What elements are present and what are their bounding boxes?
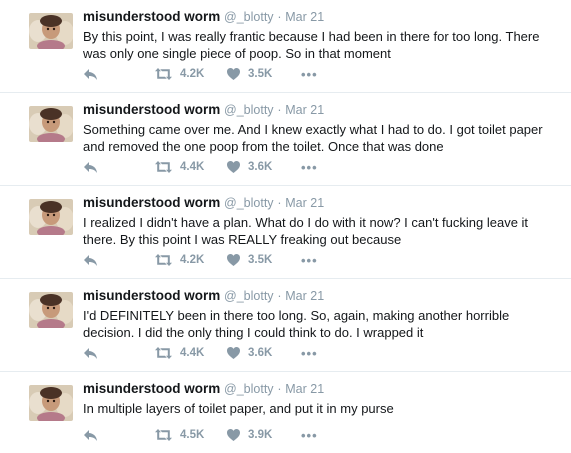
tweet-date[interactable]: Mar 21 (285, 382, 324, 396)
retweet-icon (155, 68, 172, 80)
heart-icon (227, 429, 240, 441)
tweet-date[interactable]: Mar 21 (285, 10, 324, 24)
retweet-count: 4.4K (180, 347, 205, 359)
like-button[interactable]: 3.5K (227, 68, 301, 80)
reply-button[interactable] (83, 347, 155, 360)
author-handle[interactable]: @_blotty (224, 382, 274, 396)
author-name[interactable]: misunderstood worm (83, 102, 220, 117)
reply-button[interactable] (83, 429, 155, 442)
retweet-button[interactable]: 4.2K (155, 68, 227, 80)
retweet-button[interactable]: 4.4K (155, 161, 227, 173)
like-button[interactable]: 3.5K (227, 254, 301, 266)
tweet-date[interactable]: Mar 21 (285, 196, 324, 210)
like-count: 3.5K (248, 68, 273, 80)
author-handle[interactable]: @_blotty (224, 10, 274, 24)
tweet-text: By this point, I was really frantic beca… (83, 29, 540, 61)
avatar[interactable] (29, 292, 73, 328)
like-count: 3.5K (248, 254, 273, 266)
author-handle[interactable]: @_blotty (224, 103, 274, 117)
author-name[interactable]: misunderstood worm (83, 381, 220, 396)
reply-icon (83, 161, 98, 174)
retweet-count: 4.2K (180, 68, 205, 80)
more-icon: ••• (301, 427, 318, 443)
avatar[interactable] (29, 13, 73, 49)
heart-icon (227, 68, 240, 80)
retweet-button[interactable]: 4.2K (155, 254, 227, 266)
tweet-actions: 4.4K 3.6K ••• (83, 345, 318, 361)
retweet-count: 4.5K (180, 429, 205, 441)
tweet-actions: 4.2K 3.5K ••• (83, 66, 318, 82)
tweet-actions: 4.5K 3.9K ••• (83, 427, 318, 443)
heart-icon (227, 347, 240, 359)
tweet[interactable]: misunderstood worm @_blotty · Mar 21 I'd… (0, 279, 571, 372)
separator-dot: · (277, 289, 282, 303)
reply-icon (83, 68, 98, 81)
more-icon: ••• (301, 159, 318, 175)
like-count: 3.6K (248, 347, 273, 359)
like-count: 3.9K (248, 429, 273, 441)
tweet-actions: 4.2K 3.5K ••• (83, 252, 318, 268)
reply-icon (83, 347, 98, 360)
tweet-text: Something came over me. And I knew exact… (83, 122, 543, 154)
separator-dot: · (277, 103, 282, 117)
avatar[interactable] (29, 385, 73, 421)
retweet-button[interactable]: 4.5K (155, 429, 227, 441)
author-handle[interactable]: @_blotty (224, 289, 274, 303)
retweet-button[interactable]: 4.4K (155, 347, 227, 359)
separator-dot: · (277, 10, 282, 24)
more-button[interactable]: ••• (301, 67, 318, 82)
tweet-date[interactable]: Mar 21 (285, 289, 324, 303)
more-icon: ••• (301, 252, 318, 268)
reply-icon (83, 254, 98, 267)
tweet[interactable]: misunderstood worm @_blotty · Mar 21 By … (0, 0, 571, 93)
heart-icon (227, 161, 240, 173)
author-name[interactable]: misunderstood worm (83, 288, 220, 303)
tweet-actions: 4.4K 3.6K ••• (83, 159, 318, 175)
author-name[interactable]: misunderstood worm (83, 9, 220, 24)
retweet-icon (155, 347, 172, 359)
tweet-text: I'd DEFINITELY been in there too long. S… (83, 308, 510, 340)
more-icon: ••• (301, 345, 318, 361)
reply-button[interactable] (83, 68, 155, 81)
tweet-timeline: misunderstood worm @_blotty · Mar 21 By … (0, 0, 571, 453)
more-icon: ••• (301, 66, 318, 82)
tweet[interactable]: misunderstood worm @_blotty · Mar 21 I r… (0, 186, 571, 279)
like-count: 3.6K (248, 161, 273, 173)
separator-dot: · (277, 196, 282, 210)
author-name[interactable]: misunderstood worm (83, 195, 220, 210)
like-button[interactable]: 3.6K (227, 347, 301, 359)
retweet-icon (155, 161, 172, 173)
author-handle[interactable]: @_blotty (224, 196, 274, 210)
more-button[interactable]: ••• (301, 428, 318, 443)
reply-button[interactable] (83, 254, 155, 267)
like-button[interactable]: 3.6K (227, 161, 301, 173)
avatar[interactable] (29, 106, 73, 142)
tweet[interactable]: misunderstood worm @_blotty · Mar 21 Som… (0, 93, 571, 186)
heart-icon (227, 254, 240, 266)
retweet-count: 4.2K (180, 254, 205, 266)
tweet-text: In multiple layers of toilet paper, and … (83, 401, 394, 416)
reply-button[interactable] (83, 161, 155, 174)
more-button[interactable]: ••• (301, 160, 318, 175)
more-button[interactable]: ••• (301, 253, 318, 268)
tweet-text: I realized I didn't have a plan. What do… (83, 215, 529, 247)
tweet[interactable]: misunderstood worm @_blotty · Mar 21 In … (0, 372, 571, 453)
retweet-count: 4.4K (180, 161, 205, 173)
avatar[interactable] (29, 199, 73, 235)
more-button[interactable]: ••• (301, 346, 318, 361)
retweet-icon (155, 254, 172, 266)
tweet-date[interactable]: Mar 21 (285, 103, 324, 117)
retweet-icon (155, 429, 172, 441)
separator-dot: · (277, 382, 282, 396)
like-button[interactable]: 3.9K (227, 429, 301, 441)
reply-icon (83, 429, 98, 442)
